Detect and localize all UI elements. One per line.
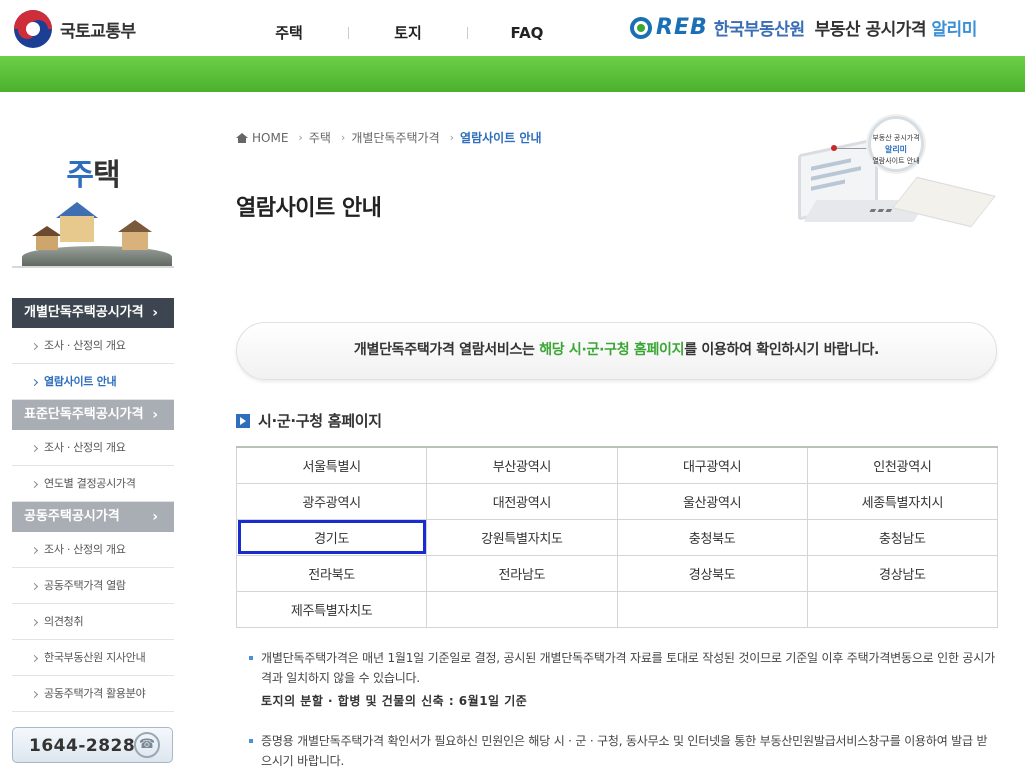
sidebar-menu-label: 표준단독주택공시가격 (24, 407, 144, 422)
call-center-banner[interactable]: 1644-2828 ☎ (12, 727, 173, 763)
ministry-logo[interactable]: 국토교통부 (14, 10, 136, 48)
breadcrumb-housing[interactable]: 주택 (309, 129, 331, 146)
nav-land[interactable]: 토지 (349, 22, 467, 43)
chevron-right-icon: › (152, 509, 158, 525)
region-link-daegu[interactable]: 대구광역시 (616, 446, 808, 484)
table-row: 광주광역시 대전광역시 울산광역시 세종특별자치시 (235, 482, 999, 520)
ministry-name: 국토교통부 (60, 21, 136, 42)
empty-cell (616, 590, 808, 628)
call-number: 1644-2828 (29, 736, 136, 756)
breadcrumb-separator-icon: › (449, 131, 455, 144)
laptop-illustration: 부동산 공시가격 알리미 열람사이트 안내 (720, 108, 1005, 233)
taegeuk-emblem-icon (14, 10, 52, 48)
region-link-gyeongbuk[interactable]: 경상북도 (616, 554, 808, 592)
breadcrumb-individual-house-price[interactable]: 개별단독주택가격 (351, 129, 439, 146)
sidebar-menu-apartment-price[interactable]: 공동주택공시가격 › (12, 502, 174, 532)
note-land-split-basis: 토지의 분할 · 합병 및 건물의 신축 : 6월1일 기준 (261, 694, 528, 708)
sidebar-item-usage-fields[interactable]: 공동주택가격 활용분야 (12, 676, 174, 712)
global-nav: 주택 토지 FAQ (230, 22, 586, 43)
sidebar-menu-label: 공동주택공시가격 (24, 509, 120, 524)
section-title: 시·군·구청 홈페이지 (236, 410, 382, 431)
notes: 개별단독주택가격은 매년 1월1일 기준일로 결정, 공시된 개별단독주택가격 … (248, 648, 998, 771)
region-link-jeju[interactable]: 제주특별자치도 (235, 590, 428, 628)
breadcrumb-separator-icon: › (298, 131, 303, 144)
sidebar-item-survey-overview[interactable]: 조사 · 산정의 개요 (12, 328, 174, 364)
note-price-basis: 개별단독주택가격은 매년 1월1일 기준일로 결정, 공시된 개별단독주택가격 … (248, 648, 998, 688)
play-arrow-icon (236, 413, 250, 428)
service-name: 부동산 공시가격 알리미 (814, 15, 978, 40)
breadcrumb-home[interactable]: HOME (252, 131, 288, 145)
sidebar-menu-label: 개별단독주택공시가격 (24, 305, 144, 320)
houses-illustration (12, 198, 174, 268)
sidebar-item-survey-overview[interactable]: 조사 · 산정의 개요 (12, 532, 174, 568)
header: 국토교통부 주택 토지 FAQ REB 한국부동산원 부동산 공시가격 알리미 (0, 0, 1025, 56)
chevron-right-icon: › (152, 305, 158, 321)
region-link-table: 서울특별시 부산광역시 대구광역시 인천광역시 광주광역시 대전광역시 울산광역… (235, 446, 999, 628)
green-banner-bar (0, 56, 1025, 92)
pointer-line (831, 145, 870, 151)
sidebar-title: 주택 (12, 150, 174, 194)
sidebar-item-branch-guide[interactable]: 한국부동산원 지사안내 (12, 640, 174, 676)
nav-faq[interactable]: FAQ (468, 24, 586, 42)
magnifier-line2: 열람사이트 안내 (872, 157, 920, 165)
sidebar-menu: 개별단독주택공시가격 › 조사 · 산정의 개요 열람사이트 안내 표준단독주택… (12, 298, 174, 712)
magnifier-service: 알리미 (884, 145, 908, 154)
sidebar-menu-individual-house-price[interactable]: 개별단독주택공시가격 › (12, 298, 174, 328)
region-link-ulsan[interactable]: 울산광역시 (616, 482, 808, 520)
region-link-daejeon[interactable]: 대전광역시 (426, 482, 618, 520)
breadcrumb-separator-icon: › (340, 131, 346, 144)
home-icon (236, 132, 248, 143)
section-label: 시·군·구청 홈페이지 (258, 412, 382, 430)
viewing-notice-box: 개별단독주택가격 열람서비스는 해당 시·군·구청 홈페이지를 이용하여 확인하… (236, 322, 997, 380)
page-title: 열람사이트 안내 (236, 196, 382, 221)
table-row: 서울특별시 부산광역시 대구광역시 인천광역시 (235, 446, 999, 484)
sidebar-item-opinion-hearing[interactable]: 의견청취 (12, 604, 174, 640)
table-row: 제주특별자치도 (235, 590, 999, 628)
region-link-incheon[interactable]: 인천광역시 (806, 446, 999, 484)
region-link-sejong[interactable]: 세종특별자치시 (806, 482, 999, 520)
region-link-gangwon[interactable]: 강원특별자치도 (426, 518, 618, 556)
notice-text-after: 를 이용하여 확인하시기 바랍니다. (684, 342, 880, 358)
reb-logo-text: REB (656, 15, 708, 40)
region-link-busan[interactable]: 부산광역시 (426, 446, 618, 484)
empty-cell (426, 590, 618, 628)
sidebar-item-viewing-site-guide[interactable]: 열람사이트 안내 (12, 364, 174, 400)
reb-mark-icon (630, 16, 652, 39)
breadcrumb-current: 열람사이트 안내 (460, 131, 542, 145)
region-link-chungnam[interactable]: 충청남도 (806, 518, 999, 556)
note-certificate: 증명용 개별단독주택가격 확인서가 필요하신 민원인은 해당 시 · 군 · 구… (248, 731, 998, 771)
empty-cell (806, 590, 999, 628)
service-name-prefix: 부동산 공시가격 (814, 20, 927, 40)
region-link-gyeongnam[interactable]: 경상남도 (806, 554, 999, 592)
magnifier-line1: 부동산 공시가격 (872, 134, 920, 142)
chevron-right-icon: › (152, 407, 158, 423)
region-link-chungbuk[interactable]: 충청북도 (616, 518, 808, 556)
table-row: 전라북도 전라남도 경상북도 경상남도 (235, 554, 999, 592)
reb-org-name: 한국부동산원 (713, 20, 805, 40)
breadcrumb: HOME › 주택 › 개별단독주택가격 › 열람사이트 안내 (236, 129, 542, 146)
sidebar-item-survey-overview[interactable]: 조사 · 산정의 개요 (12, 430, 174, 466)
service-name-accent: 알리미 (931, 20, 977, 40)
notice-highlight: 해당 시·군·구청 홈페이지 (539, 342, 685, 358)
sidebar-item-apartment-price-view[interactable]: 공동주택가격 열람 (12, 568, 174, 604)
sidebar-title-rest: 택 (93, 158, 121, 193)
table-row: 경기도 강원특별자치도 충청북도 충청남도 (235, 518, 999, 556)
region-link-seoul[interactable]: 서울특별시 (235, 446, 428, 484)
nav-housing[interactable]: 주택 (230, 22, 348, 43)
notice-text-before: 개별단독주택가격 열람서비스는 (353, 342, 540, 358)
sidebar-menu-standard-house-price[interactable]: 표준단독주택공시가격 › (12, 400, 174, 430)
magnifier-badge: 부동산 공시가격 알리미 열람사이트 안내 (868, 116, 924, 172)
sidebar-item-yearly-price[interactable]: 연도별 결정공시가격 (12, 466, 174, 502)
region-link-jeonbuk[interactable]: 전라북도 (235, 554, 428, 592)
phone-icon: ☎ (134, 732, 160, 758)
region-link-gyeonggi[interactable]: 경기도 (235, 518, 428, 556)
reb-logo[interactable]: REB 한국부동산원 부동산 공시가격 알리미 (630, 15, 977, 40)
region-link-gwangju[interactable]: 광주광역시 (235, 482, 428, 520)
sidebar-title-first: 주 (66, 158, 94, 193)
region-link-jeonnam[interactable]: 전라남도 (426, 554, 618, 592)
